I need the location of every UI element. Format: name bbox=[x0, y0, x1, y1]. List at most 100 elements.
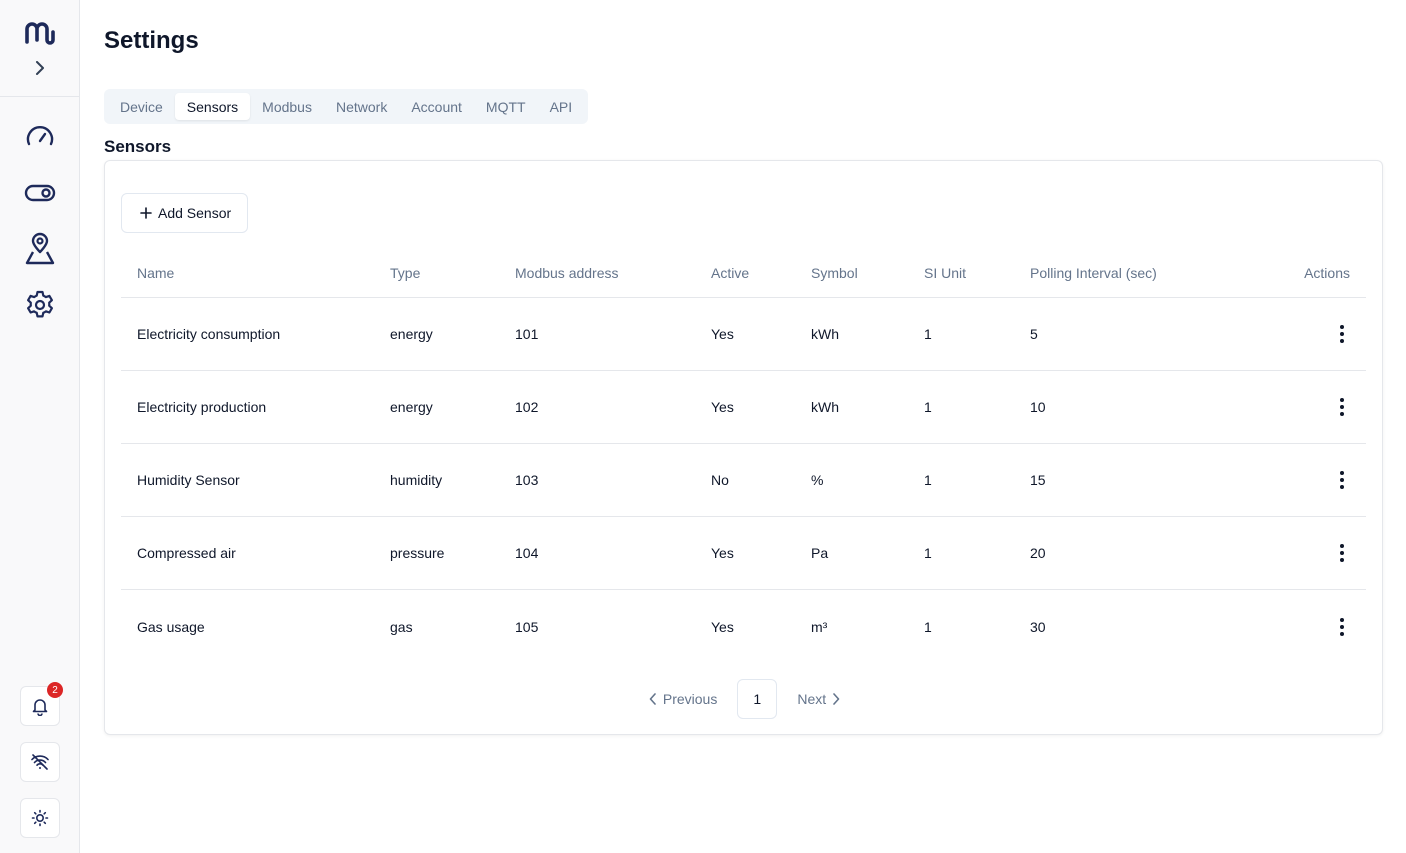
cell-type: pressure bbox=[390, 545, 445, 561]
toggle-icon bbox=[24, 184, 56, 202]
add-sensor-label: Add Sensor bbox=[158, 205, 232, 221]
cell-type: energy bbox=[390, 399, 433, 415]
sun-icon bbox=[31, 809, 49, 827]
tab-device[interactable]: Device bbox=[108, 93, 175, 120]
cell-actions bbox=[1270, 615, 1366, 639]
cell-actions bbox=[1270, 395, 1366, 419]
page-title: Settings bbox=[104, 27, 199, 54]
connection-status-button[interactable] bbox=[20, 742, 60, 782]
cell-symbol: Pa bbox=[811, 545, 829, 561]
column-header-type: Type bbox=[390, 265, 421, 281]
cell-active: Yes bbox=[711, 618, 734, 635]
sidebar: 2 bbox=[0, 0, 80, 853]
cell-polling-interval: 5 bbox=[1030, 326, 1038, 342]
expand-sidebar-button[interactable] bbox=[30, 58, 50, 78]
tab-api[interactable]: API bbox=[538, 93, 585, 120]
cell-si-unit: 1 bbox=[924, 326, 932, 342]
table-row: Compressed air pressure 104 Yes Pa 1 20 bbox=[121, 517, 1366, 590]
cell-modbus-address: 105 bbox=[515, 618, 539, 635]
cell-type: humidity bbox=[390, 472, 443, 488]
row-actions-menu-button[interactable] bbox=[1330, 395, 1354, 419]
cell-symbol: kWh bbox=[811, 399, 839, 415]
tab-network[interactable]: Network bbox=[324, 93, 399, 120]
previous-label: Previous bbox=[662, 691, 718, 707]
theme-toggle-button[interactable] bbox=[20, 798, 60, 838]
brand-logo[interactable] bbox=[23, 20, 57, 46]
sidebar-item-dashboard[interactable] bbox=[22, 119, 58, 155]
cell-name: Electricity production bbox=[137, 399, 267, 415]
row-actions-menu-button[interactable] bbox=[1330, 541, 1354, 565]
cell-symbol: m³ bbox=[811, 618, 828, 635]
plus-icon bbox=[140, 207, 152, 219]
column-header-modbus-address: Modbus address bbox=[515, 265, 619, 281]
cell-si-unit: 1 bbox=[924, 545, 932, 561]
more-vertical-icon bbox=[1340, 617, 1344, 636]
cell-modbus-address: 104 bbox=[515, 545, 539, 561]
column-header-name: Name bbox=[137, 265, 175, 281]
tab-mqtt[interactable]: MQTT bbox=[474, 93, 538, 120]
cell-polling-interval: 30 bbox=[1030, 618, 1046, 635]
column-header-polling-interval: Polling Interval (sec) bbox=[1030, 265, 1157, 281]
page-number-button[interactable]: 1 bbox=[737, 679, 778, 719]
settings-tabs: Device Sensors Modbus Network Account MQ… bbox=[104, 89, 589, 124]
sidebar-item-settings[interactable] bbox=[22, 287, 58, 323]
cell-polling-interval: 15 bbox=[1030, 472, 1046, 488]
cell-name: Electricity consumption bbox=[137, 326, 281, 342]
cell-modbus-address: 101 bbox=[515, 326, 539, 342]
more-vertical-icon bbox=[1340, 398, 1344, 416]
column-header-symbol: Symbol bbox=[811, 265, 858, 281]
sidebar-divider bbox=[0, 96, 79, 97]
cell-active: Yes bbox=[711, 399, 734, 415]
sidebar-item-controls[interactable] bbox=[22, 175, 58, 211]
map-pin-icon bbox=[25, 232, 55, 265]
cell-type: energy bbox=[390, 326, 433, 342]
column-header-actions: Actions bbox=[1304, 265, 1350, 281]
table-row: Electricity production energy 102 Yes kW… bbox=[121, 371, 1366, 444]
cell-name: Compressed air bbox=[137, 545, 236, 561]
column-header-active: Active bbox=[711, 265, 750, 281]
wifi-off-icon bbox=[31, 754, 49, 770]
chevron-right-icon bbox=[36, 61, 44, 75]
cell-modbus-address: 103 bbox=[515, 472, 539, 488]
previous-page-button[interactable]: Previous bbox=[637, 679, 729, 719]
cell-modbus-address: 102 bbox=[515, 399, 539, 415]
more-vertical-icon bbox=[1340, 471, 1344, 489]
bell-icon bbox=[32, 699, 48, 716]
cell-si-unit: 1 bbox=[924, 618, 932, 635]
tab-modbus[interactable]: Modbus bbox=[250, 93, 324, 120]
table-row: Humidity Sensor humidity 103 No % 1 15 bbox=[121, 444, 1366, 517]
table-header: Name Type Modbus address Active Symbol S… bbox=[121, 249, 1366, 298]
main-content: Settings Device Sensors Modbus Network A… bbox=[80, 0, 1406, 853]
sensors-table: Name Type Modbus address Active Symbol S… bbox=[121, 249, 1366, 663]
sidebar-item-location[interactable] bbox=[22, 231, 58, 267]
table-row: Electricity consumption energy 101 Yes k… bbox=[121, 298, 1366, 371]
row-actions-menu-button[interactable] bbox=[1330, 322, 1354, 346]
chevron-right-icon bbox=[833, 693, 840, 705]
tab-account[interactable]: Account bbox=[399, 93, 474, 120]
next-label: Next bbox=[797, 691, 827, 707]
add-sensor-button[interactable]: Add Sensor bbox=[121, 193, 249, 233]
cell-active: No bbox=[711, 472, 729, 488]
cell-actions bbox=[1270, 468, 1366, 492]
cell-name: Humidity Sensor bbox=[137, 472, 240, 488]
gear-icon bbox=[27, 290, 53, 318]
cell-polling-interval: 20 bbox=[1030, 545, 1046, 561]
cell-actions bbox=[1270, 541, 1366, 565]
tab-sensors[interactable]: Sensors bbox=[174, 93, 251, 120]
cell-type: gas bbox=[390, 618, 413, 635]
pagination: Previous 1 Next bbox=[105, 679, 1384, 719]
chevron-left-icon bbox=[649, 693, 656, 705]
next-page-button[interactable]: Next bbox=[785, 679, 852, 719]
row-actions-menu-button[interactable] bbox=[1330, 615, 1354, 639]
cell-polling-interval: 10 bbox=[1030, 399, 1046, 415]
column-header-si-unit: SI Unit bbox=[924, 265, 967, 281]
cell-active: Yes bbox=[711, 326, 734, 342]
table-row: Gas usage gas 105 Yes m³ 1 30 bbox=[121, 590, 1366, 663]
cell-name: Gas usage bbox=[137, 618, 205, 635]
cell-si-unit: 1 bbox=[924, 472, 932, 488]
cell-active: Yes bbox=[711, 545, 734, 561]
section-title: Sensors bbox=[104, 137, 172, 156]
row-actions-menu-button[interactable] bbox=[1330, 468, 1354, 492]
notifications-button[interactable]: 2 bbox=[20, 682, 63, 726]
cell-si-unit: 1 bbox=[924, 399, 932, 415]
